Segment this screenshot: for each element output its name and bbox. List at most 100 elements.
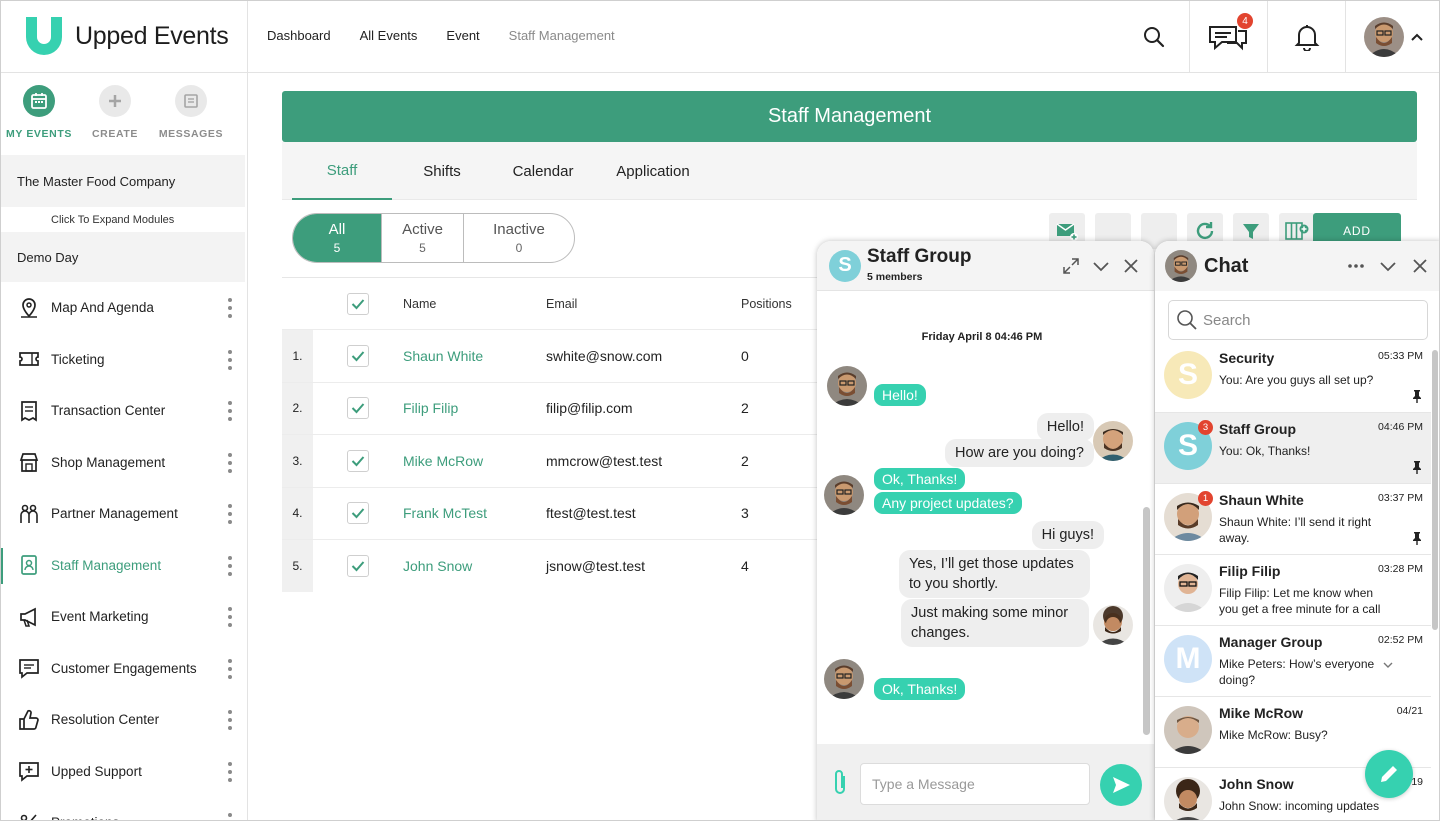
sidebar-item-ticketing[interactable]: Ticketing [1,334,247,386]
expand-icon[interactable] [1062,257,1080,275]
tab-shifts[interactable]: Shifts [392,142,492,200]
kebab-menu-icon[interactable] [228,452,232,473]
kebab-menu-icon[interactable] [228,401,232,421]
messages-button[interactable]: 4 [1189,1,1267,73]
minimize-chevron-icon[interactable] [1092,257,1110,275]
sender-avatar [1093,421,1133,461]
sidebar-item-shop-management[interactable]: Shop Management [1,437,247,489]
header-name[interactable]: Name [403,297,546,311]
filter-active[interactable]: Active 5 [382,214,464,262]
breadcrumb-all-events[interactable]: All Events [360,28,418,43]
header-positions[interactable]: Positions [741,297,821,311]
row-checkbox[interactable] [347,502,369,525]
header-email[interactable]: Email [546,297,741,311]
staff-name-link[interactable]: Mike McRow [403,453,546,469]
thread-scrollbar[interactable] [1143,507,1150,735]
kebab-menu-icon[interactable] [228,607,232,627]
sidebar-item-resolution-center[interactable]: Resolution Center [1,694,247,746]
table-row[interactable]: 1. Shaun White swhite@snow.com 0 [282,329,822,382]
row-checkbox[interactable] [347,344,369,367]
attachment-icon[interactable] [831,768,849,798]
kebab-menu-icon[interactable] [228,761,232,782]
sidebar-item-event-marketing[interactable]: Event Marketing [1,591,247,643]
top-bar: Upped Events Dashboard All Events Event … [1,1,1439,73]
sidebar-item-upped-support[interactable]: Upped Support [1,746,247,798]
select-all-checkbox[interactable] [347,292,369,315]
event-name[interactable]: Demo Day [1,232,245,282]
chevron-down-icon[interactable] [1382,661,1394,669]
unread-badge: 3 [1198,420,1213,435]
pin-icon[interactable] [1411,389,1423,408]
row-checkbox[interactable] [347,554,369,577]
search-button[interactable] [1119,1,1189,73]
check-icon [351,561,365,572]
conversation-scrollbar[interactable] [1432,350,1438,630]
minimize-chevron-icon[interactable] [1379,257,1397,275]
staff-name-link[interactable]: Filip Filip [403,400,546,416]
tab-messages[interactable]: MESSAGES [153,85,229,155]
tab-my-events[interactable]: MY EVENTS [1,85,77,155]
map-pin-icon [18,297,40,319]
filter-inactive[interactable]: Inactive 0 [464,214,574,262]
kebab-menu-icon[interactable] [228,555,232,576]
message-thread[interactable]: Friday April 8 04:46 PM Hello! Hello! Ho… [817,291,1154,744]
breadcrumb-dashboard[interactable]: Dashboard [267,28,331,43]
staff-name-link[interactable]: John Snow [403,558,546,574]
table-row[interactable]: 3. Mike McRow mmcrow@test.test 2 [282,434,822,487]
kebab-menu-icon[interactable] [228,658,232,679]
staff-name-link[interactable]: Shaun White [403,348,546,364]
conversation-preview: You: Ok, Thanks! [1219,444,1311,458]
more-icon[interactable] [1347,263,1365,269]
message-date: Friday April 8 04:46 PM [921,331,1043,343]
sidebar-item-customer-engagements[interactable]: Customer Engagements [1,643,247,695]
notifications-button[interactable] [1267,1,1345,73]
close-icon[interactable] [1411,257,1429,275]
new-message-button[interactable] [1365,750,1413,798]
tab-create[interactable]: CREATE [77,85,153,155]
table-row[interactable]: 2. Filip Filip filip@filip.com 2 [282,381,822,434]
table-row[interactable]: 4. Frank McTest ftest@test.test 3 [282,486,822,539]
pin-icon[interactable] [1411,531,1423,550]
group-member-count: 5 members [867,270,923,283]
message-input[interactable]: Type a Message [860,763,1090,805]
row-checkbox[interactable] [347,449,369,472]
kebab-menu-icon[interactable] [228,504,232,524]
close-icon[interactable] [1122,257,1140,275]
module-menu: Map And Agenda Ticketing Transaction Cente… [1,282,247,820]
profile-menu[interactable] [1345,1,1439,73]
kebab-menu-icon[interactable] [228,710,232,730]
tab-application[interactable]: Application [594,142,712,200]
company-name[interactable]: The Master Food Company [1,155,245,207]
table-row[interactable]: 5. John Snow jsnow@test.test 4 [282,539,822,592]
breadcrumb-event[interactable]: Event [446,28,479,43]
pin-icon[interactable] [1411,460,1423,479]
tab-staff[interactable]: Staff [292,142,392,200]
sidebar-item-map-and-agenda[interactable]: Map And Agenda [1,282,247,334]
expand-modules-link[interactable]: Click To Expand Modules [1,207,247,232]
kebab-menu-icon[interactable] [228,813,232,820]
table-header: Name Email Positions [282,277,822,329]
tab-calendar[interactable]: Calendar [492,142,594,200]
chat-search-input[interactable]: Search [1168,300,1428,340]
staff-name-link[interactable]: Frank McTest [403,505,546,521]
conversation-item[interactable]: S Staff Group 04:46 PM You: Ok, Thanks! 3 [1155,413,1431,484]
send-button[interactable] [1100,764,1142,806]
partners-icon [18,503,40,525]
staff-positions: 0 [741,347,749,364]
conversation-item[interactable]: Shaun White 03:37 PM Shaun White: I’ll sen… [1155,484,1431,555]
row-number: 4. [282,487,313,539]
row-checkbox[interactable] [347,397,369,420]
sidebar-item-staff-management[interactable]: Staff Management [1,540,247,592]
refresh-icon [1196,222,1214,240]
kebab-menu-icon[interactable] [228,349,232,370]
conversation-item[interactable]: Filip Filip 03:28 PM Filip Filip: Let me k… [1155,555,1431,626]
sidebar-item-promotions[interactable]: Promotions [1,797,247,820]
sidebar-item-transaction-center[interactable]: Transaction Center [1,385,247,437]
kebab-menu-icon[interactable] [228,298,232,318]
filter-all[interactable]: All 5 [293,214,382,262]
chat-header: Chat [1155,241,1439,291]
logo[interactable]: Upped Events [23,11,248,61]
sidebar-item-partner-management[interactable]: Partner Management [1,488,247,540]
conversation-item[interactable]: S Security 05:33 PM You: Are you guys all s… [1155,342,1431,413]
conversation-item[interactable]: M Manager Group 02:52 PM Mike Peters: How’s… [1155,626,1431,697]
